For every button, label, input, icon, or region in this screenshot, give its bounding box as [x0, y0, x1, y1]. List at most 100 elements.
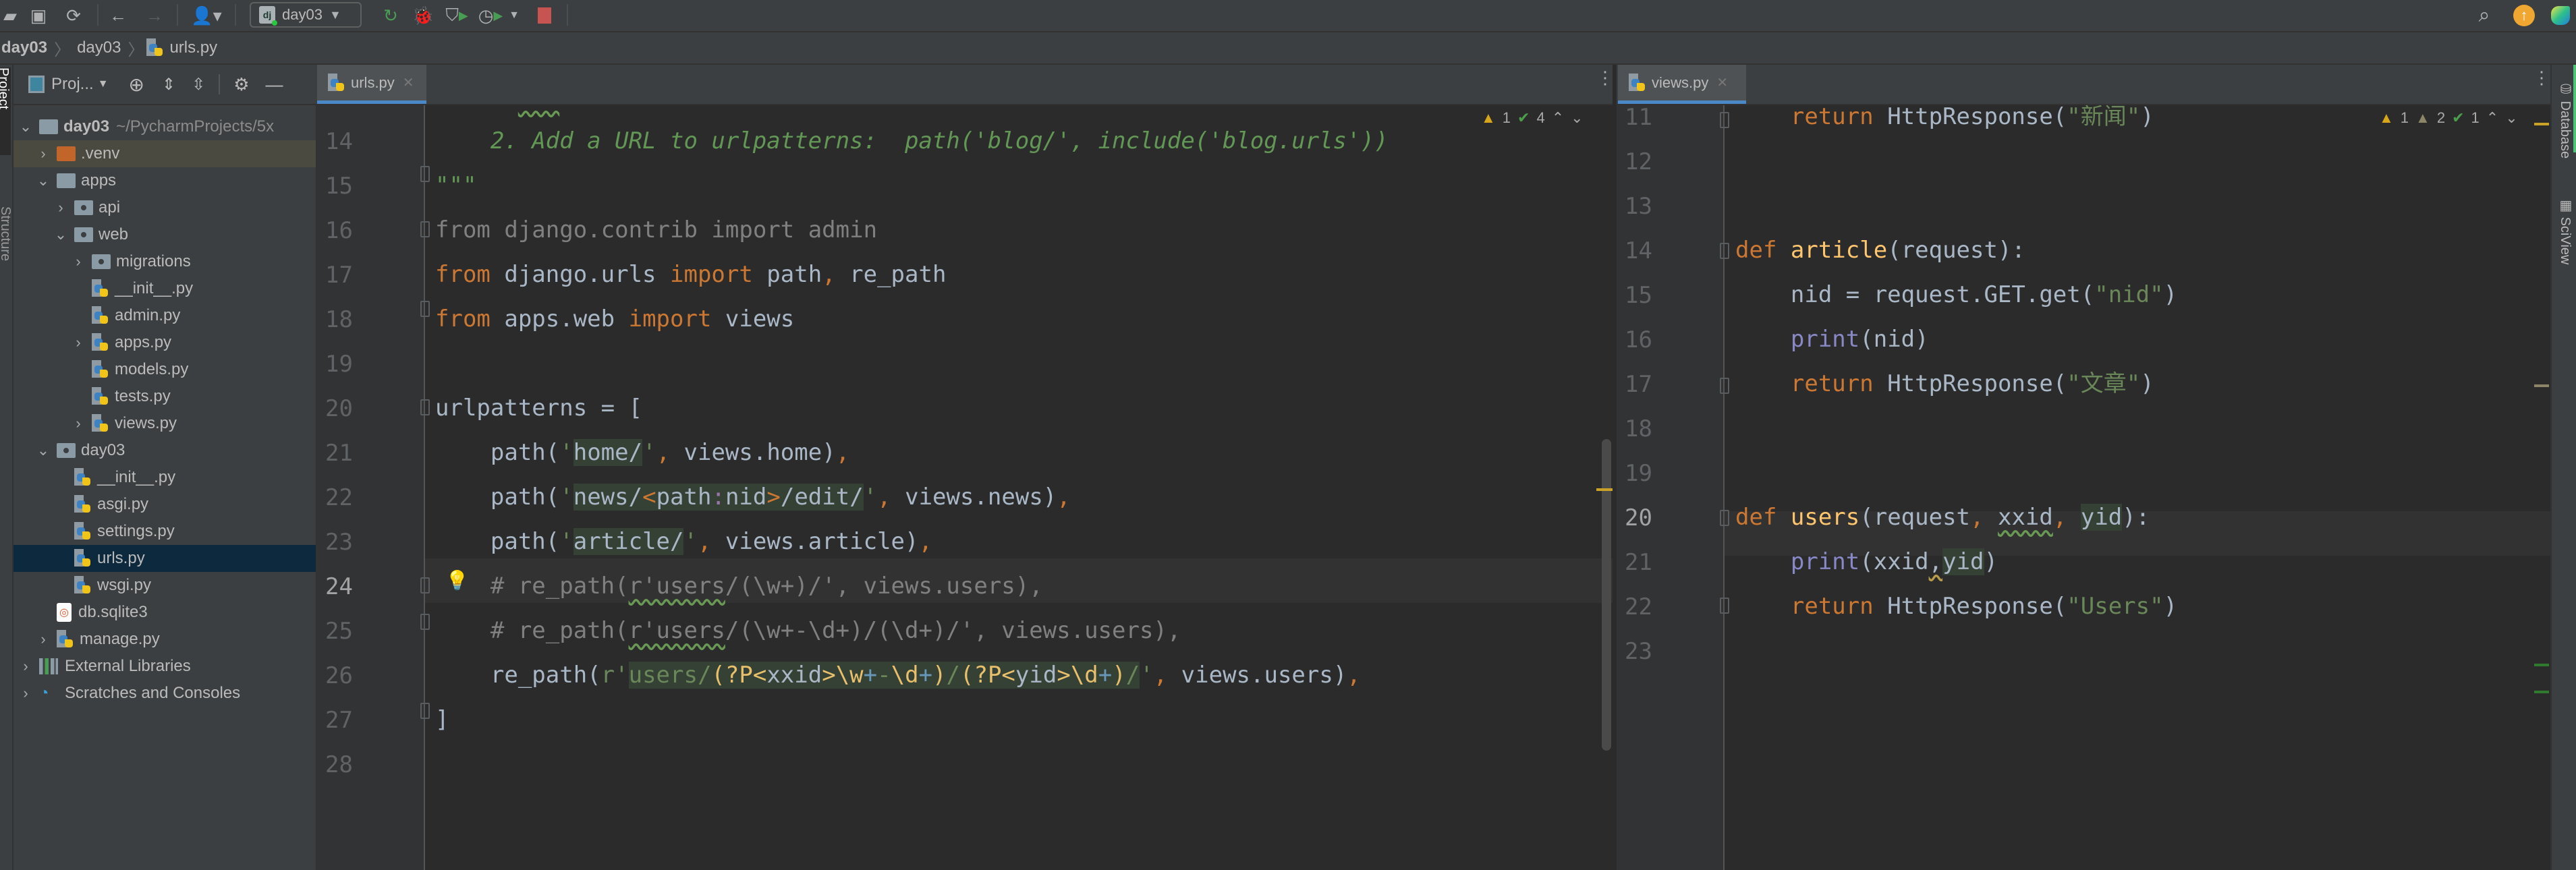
fold-marker-icon[interactable] — [420, 166, 430, 182]
punct: , — [835, 439, 850, 466]
tree-item[interactable]: › .venv — [13, 140, 316, 167]
tree-item[interactable]: › External Libraries — [13, 653, 316, 680]
chevron-down-icon[interactable]: ⌄ — [19, 118, 32, 136]
typo-marker[interactable] — [2534, 664, 2549, 666]
fold-marker-icon[interactable] — [420, 614, 430, 630]
scratches-icon: ◔ — [39, 684, 49, 702]
collapse-all-icon[interactable]: ⇳ — [192, 75, 205, 94]
forward-icon[interactable]: → — [143, 4, 166, 27]
chevron-down-icon[interactable]: ▼ — [507, 4, 521, 27]
fold-marker-icon[interactable] — [1720, 378, 1729, 394]
chevron-down-icon[interactable]: ⌄ — [2505, 109, 2517, 127]
weak-warning-marker[interactable] — [2534, 384, 2549, 387]
tab-urls-py[interactable]: urls.py ✕ — [317, 65, 426, 104]
tab-views-py[interactable]: views.py ✕ — [1618, 65, 1746, 104]
fold-marker-icon[interactable] — [420, 221, 430, 237]
chevron-up-icon[interactable]: ⌃ — [1552, 109, 1564, 127]
tree-item[interactable]: settings.py — [13, 518, 316, 545]
tree-item[interactable]: › ◔ Scratches and Consoles — [13, 680, 316, 707]
tree-item[interactable]: wsgi.py — [13, 572, 316, 599]
user-icon[interactable]: 👤▾ — [188, 4, 225, 27]
typo-marker[interactable] — [2534, 691, 2549, 693]
tree-item[interactable]: __init__.py — [13, 275, 316, 302]
breadcrumb-item[interactable]: day03 — [73, 38, 125, 57]
chevron-down-icon[interactable]: ▼ — [98, 78, 109, 90]
tree-item[interactable]: ⌄ web — [13, 221, 316, 248]
tree-item[interactable]: ⌄ apps — [13, 167, 316, 194]
project-tool-tab[interactable]: Project — [0, 67, 11, 155]
toolbox-icon[interactable] — [2549, 4, 2572, 27]
back-icon[interactable]: ← — [107, 4, 130, 27]
expand-all-icon[interactable]: ⇕ — [162, 75, 175, 94]
right-editor[interactable]: 11 12 13 14 15 16 17 18 19 20 21 22 23 return HttpRe… — [1617, 105, 2550, 870]
tree-root[interactable]: ⌄ day03 ~/PycharmProjects/5x — [13, 113, 316, 140]
fold-marker-icon[interactable] — [1720, 112, 1729, 128]
fold-marker-icon[interactable] — [420, 399, 430, 415]
tree-item[interactable]: › migrations — [13, 248, 316, 275]
chevron-down-icon[interactable]: ⌄ — [1571, 109, 1583, 127]
profile-icon[interactable]: ◷ ▶ — [478, 4, 503, 27]
more-options-icon[interactable]: ⋮ — [1596, 69, 1614, 86]
breadcrumb-item[interactable]: urls.py — [169, 38, 221, 57]
inspection-widget[interactable]: ▲ 1 ▲ 2 ✔ 1 ⌃ ⌄ — [2379, 109, 2518, 127]
chevron-up-icon[interactable]: ⌃ — [2486, 109, 2498, 127]
chevron-down-icon[interactable]: ⌄ — [36, 442, 50, 459]
tree-item[interactable]: ⌄ day03 — [13, 437, 316, 464]
database-tool-tab[interactable]: ⛁ Database — [2557, 81, 2573, 158]
scrollbar[interactable] — [1602, 439, 1611, 751]
rerun-icon[interactable]: ↻ — [379, 4, 402, 27]
chevron-right-icon[interactable]: › — [54, 199, 67, 216]
hide-icon[interactable]: — — [266, 74, 283, 95]
intention-bulb-icon[interactable]: 💡 — [445, 569, 469, 591]
structure-tool-tab[interactable]: Structure — [0, 206, 13, 287]
search-icon[interactable]: ⌕ — [2472, 4, 2496, 27]
chevron-down-icon[interactable]: ⌄ — [54, 226, 67, 243]
chevron-right-icon[interactable]: › — [19, 658, 32, 675]
tree-item[interactable]: admin.py — [13, 302, 316, 329]
breadcrumb-item[interactable]: day03 — [0, 38, 51, 57]
tree-item[interactable]: › api — [13, 194, 316, 221]
left-editor[interactable]: 14 15 16 17 18 19 20 21 22 23 24 25 26 27 28 2. Add a … — [317, 105, 1613, 870]
chevron-right-icon[interactable]: › — [72, 334, 85, 351]
project-view-select[interactable]: Proj... — [51, 75, 94, 94]
run-configuration-select[interactable]: dj day03 ▼ — [250, 2, 362, 28]
tree-item[interactable]: models.py — [13, 356, 316, 383]
open-folder-icon[interactable]: ▰ — [0, 4, 20, 27]
tree-item[interactable]: tests.py — [13, 383, 316, 410]
chevron-right-icon[interactable]: › — [36, 631, 50, 648]
sciview-tool-tab[interactable]: ▦ SciView — [2557, 197, 2573, 264]
fold-marker-icon[interactable] — [420, 301, 430, 317]
close-icon[interactable]: ✕ — [403, 74, 414, 91]
fold-marker-icon[interactable] — [420, 703, 430, 719]
fold-marker-icon[interactable] — [1720, 243, 1729, 259]
close-icon[interactable]: ✕ — [1716, 74, 1728, 91]
debug-icon[interactable]: 🐞 — [412, 4, 435, 27]
warning-marker[interactable] — [1596, 488, 1613, 491]
sync-icon[interactable]: ⟳ — [62, 4, 85, 27]
tree-item[interactable]: › manage.py — [13, 626, 316, 653]
tree-item[interactable]: ◎ db.sqlite3 — [13, 599, 316, 626]
chevron-right-icon[interactable]: › — [19, 685, 32, 702]
chevron-right-icon[interactable]: › — [72, 253, 85, 270]
tree-item[interactable]: › views.py — [13, 410, 316, 437]
tree-item[interactable]: __init__.py — [13, 464, 316, 491]
chevron-right-icon[interactable]: › — [72, 415, 85, 432]
update-icon[interactable]: ↑ — [2513, 4, 2536, 27]
tree-item[interactable]: asgi.py — [13, 491, 316, 518]
punct: , — [918, 528, 932, 555]
locate-icon[interactable]: ⊕ — [129, 74, 144, 96]
save-icon[interactable]: ▣ — [27, 4, 50, 27]
stop-icon[interactable] — [537, 4, 552, 27]
warning-marker[interactable] — [2534, 123, 2549, 125]
gear-icon[interactable]: ⚙ — [233, 74, 249, 95]
fold-marker-icon[interactable] — [1720, 598, 1729, 614]
more-options-icon[interactable]: ⋮ — [2533, 69, 2550, 86]
coverage-icon[interactable]: ⛉ ▶ — [445, 4, 468, 27]
tree-item[interactable]: › apps.py — [13, 329, 316, 356]
tree-item[interactable]: urls.py — [13, 545, 316, 572]
fold-marker-icon[interactable] — [1720, 510, 1729, 526]
fold-marker-icon[interactable] — [420, 577, 430, 593]
inspection-widget[interactable]: ▲ 1 ✔ 4 ⌃ ⌄ — [1481, 109, 1584, 127]
chevron-down-icon[interactable]: ⌄ — [36, 172, 50, 190]
chevron-right-icon[interactable]: › — [36, 145, 50, 163]
